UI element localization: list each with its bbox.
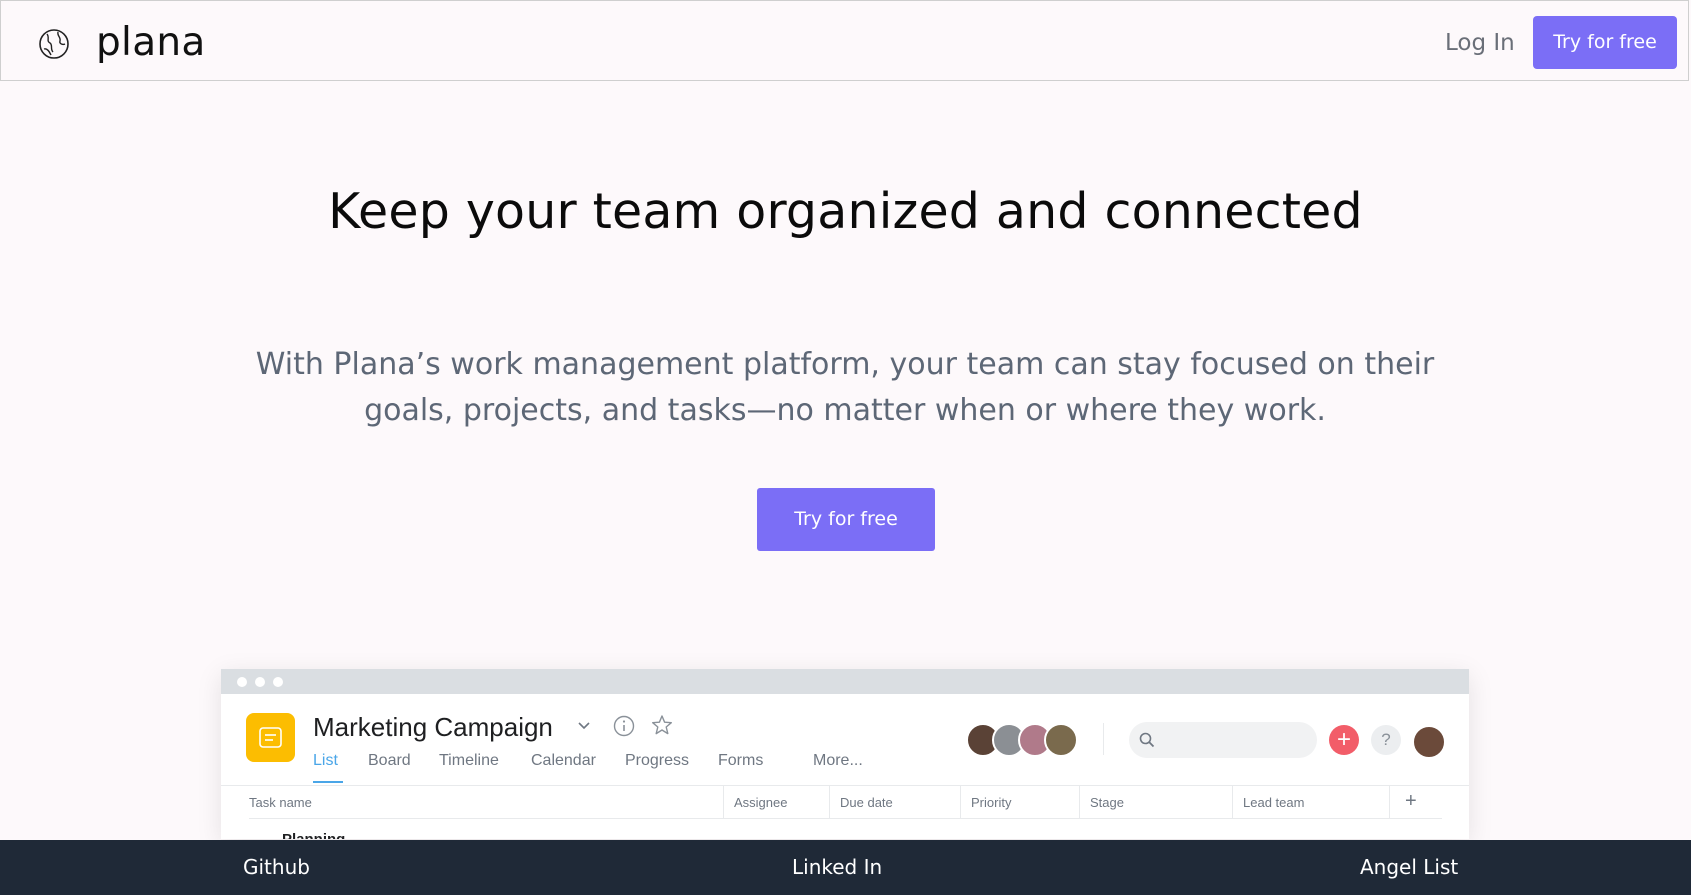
column-priority: Priority	[971, 795, 1012, 810]
column-stage: Stage	[1090, 795, 1124, 810]
window-dot	[273, 677, 283, 687]
active-tab-indicator	[313, 781, 343, 783]
row-divider	[249, 818, 1442, 819]
column-divider	[960, 786, 961, 818]
column-task-name: Task name	[249, 795, 312, 810]
brand-name[interactable]: plana	[96, 19, 206, 67]
column-assignee: Assignee	[734, 795, 788, 810]
column-divider	[1079, 786, 1080, 818]
tab-list: List	[313, 752, 338, 769]
hero-subtitle-line-1: With Plana’s work management platform, y…	[255, 347, 1435, 382]
footer-bar: Github Linked In Angel List	[0, 840, 1691, 895]
hero-subtitle: With Plana’s work management platform, y…	[250, 342, 1440, 434]
column-divider	[829, 786, 830, 818]
column-divider	[723, 786, 724, 818]
avatar	[1044, 723, 1078, 757]
window-dot	[237, 677, 247, 687]
toolbar-divider	[1103, 723, 1104, 755]
app-preview-screenshot: Marketing Campaign List Board Timeline C…	[221, 669, 1469, 839]
column-lead-team: Lead team	[1243, 795, 1305, 810]
top-navbar: plana Log In Try for free	[0, 0, 1689, 81]
column-divider	[1389, 786, 1390, 818]
column-due-date: Due date	[840, 795, 893, 810]
tab-timeline: Timeline	[439, 752, 499, 769]
try-for-free-nav-button[interactable]: Try for free	[1533, 16, 1677, 69]
tab-more: More...	[813, 752, 863, 769]
search-input	[1129, 722, 1317, 758]
footer-link-angellist[interactable]: Angel List	[1360, 854, 1458, 880]
section-row-planning: Planning	[282, 831, 345, 839]
tab-calendar: Calendar	[531, 752, 596, 769]
project-list-icon	[246, 713, 295, 762]
footer-link-linkedin[interactable]: Linked In	[792, 854, 882, 880]
plus-icon: +	[1329, 725, 1359, 755]
user-avatar	[1412, 725, 1446, 759]
add-column-button: +	[1405, 790, 1417, 812]
tab-forms: Forms	[718, 752, 764, 769]
globe-logo-icon[interactable]	[38, 28, 70, 60]
tab-board: Board	[368, 752, 411, 769]
help-icon: ?	[1371, 725, 1401, 755]
info-icon	[613, 715, 635, 737]
footer-link-github[interactable]: Github	[243, 854, 310, 880]
window-dot	[255, 677, 265, 687]
project-title: Marketing Campaign	[313, 712, 553, 742]
hero-subtitle-line-2: goals, projects, and tasks—no matter whe…	[364, 393, 1326, 428]
search-icon	[1139, 732, 1155, 748]
try-for-free-hero-button[interactable]: Try for free	[757, 488, 935, 551]
column-divider	[1232, 786, 1233, 818]
hero-title: Keep your team organized and connected	[328, 183, 1363, 240]
star-icon	[652, 715, 672, 735]
window-titlebar	[221, 669, 1469, 694]
tab-progress: Progress	[625, 752, 690, 769]
header-divider	[221, 785, 1469, 786]
login-link[interactable]: Log In	[1445, 25, 1515, 61]
chevron-down-icon	[578, 722, 590, 730]
